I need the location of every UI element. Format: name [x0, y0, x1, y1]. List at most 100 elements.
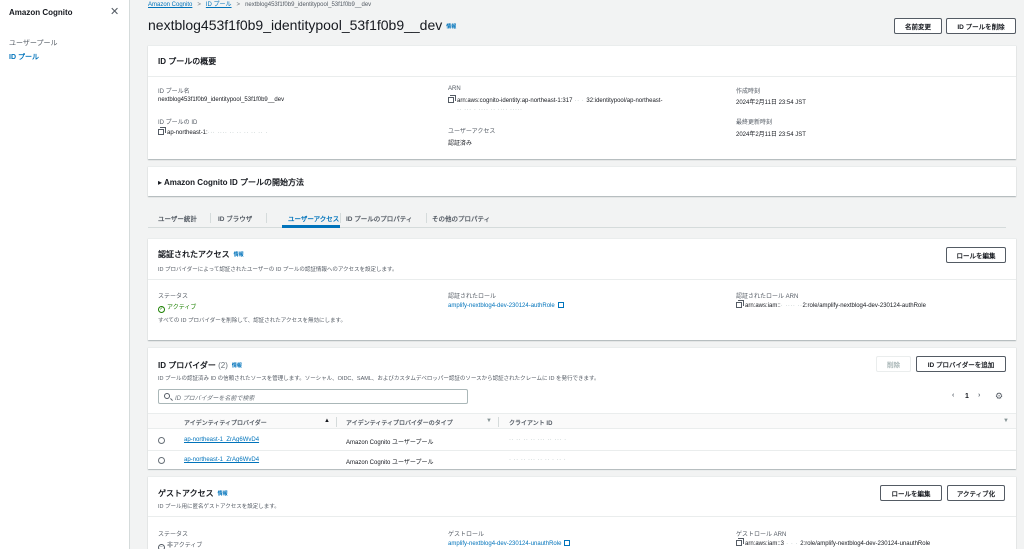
- settings-gear-icon[interactable]: ⚙: [995, 391, 1003, 402]
- edit-role-button[interactable]: ロールを編集: [946, 247, 1006, 263]
- copy-icon[interactable]: [448, 95, 456, 103]
- tab-identity-browser[interactable]: ID ブラウザ: [218, 213, 252, 223]
- getting-started-title: ▸ Amazon Cognito ID プールの開始方法: [158, 178, 304, 187]
- providers-title: ID プロバイダー (2) 情報: [158, 361, 242, 370]
- tab-other-properties[interactable]: その他のプロパティ: [432, 213, 490, 223]
- sidebar-item-user-pools[interactable]: ユーザープール: [9, 38, 57, 48]
- sidebar: Amazon Cognito ✕ ユーザープール ID プール: [0, 0, 130, 549]
- tab-user-stats[interactable]: ユーザー統計: [158, 213, 197, 223]
- sidebar-title: Amazon Cognito: [9, 8, 73, 17]
- chevron-right-icon: >: [236, 2, 241, 8]
- client-id-redacted: · ·· ·· ··· ·· ·· · ·· ·: [509, 457, 567, 463]
- table-row[interactable]: ap-northeast-1_ZrAg6WvD4 Amazon Cognito …: [148, 431, 1016, 451]
- delete-provider-button[interactable]: 削除: [876, 356, 911, 372]
- tab-separator: [426, 213, 427, 223]
- column-header-type[interactable]: アイデンティティプロバイダーのタイプ: [346, 418, 453, 427]
- created-value: 2024年2月11日 23:54 JST: [736, 100, 806, 106]
- info-link[interactable]: 情報: [232, 363, 242, 369]
- external-link-icon: [564, 540, 571, 546]
- guest-role-label: ゲストロール: [448, 532, 485, 538]
- copy-icon[interactable]: [158, 127, 166, 135]
- external-link-icon: [557, 302, 564, 308]
- user-access-label: ユーザーアクセス: [448, 129, 496, 135]
- copy-icon[interactable]: [736, 300, 744, 308]
- guest-role-arn-label: ゲストロール ARN: [736, 532, 787, 538]
- row-radio[interactable]: [158, 457, 165, 464]
- arn-label: ARN: [448, 86, 461, 92]
- divider: [148, 76, 1016, 77]
- guest-access-title: ゲストアクセス 情報: [158, 489, 228, 498]
- sort-icon[interactable]: ▼: [1003, 418, 1009, 424]
- breadcrumb-cognito[interactable]: Amazon Cognito: [148, 2, 192, 8]
- tab-separator: [210, 213, 211, 223]
- divider: [148, 516, 1016, 517]
- sort-icon[interactable]: ▼: [486, 418, 492, 424]
- auth-role-label: 認証されたロール: [448, 294, 497, 300]
- tab-pool-properties[interactable]: ID プールのプロパティ: [346, 213, 412, 223]
- tab-separator: [266, 213, 267, 223]
- guest-role-link[interactable]: amplify-nextblog4-dev-230124-unauthRole: [448, 540, 571, 547]
- next-page-icon[interactable]: ›: [978, 392, 980, 399]
- main-content: Amazon Cognito > ID プール > nextblog453f1f0b9_…: [130, 0, 1024, 549]
- search-placeholder: ID プロバイダーを名前で検索: [175, 396, 255, 402]
- table-header: アイデンティティプロバイダー ▲ アイデンティティプロバイダーのタイプ ▼ クラ…: [148, 413, 1016, 429]
- providers-card: ID プロバイダー (2) 情報 ID プールの認証済み ID の信頼されたソース…: [148, 347, 1016, 471]
- pool-name-value: nextblog453f1f0b9_identitypool_53f1f0b9_…: [158, 97, 285, 103]
- minus-circle-icon: −: [158, 544, 165, 549]
- close-icon[interactable]: ✕: [110, 5, 119, 18]
- guest-access-card: ゲストアクセス 情報 ID プール用に匿名ゲストアクセスを設定します。 ロールを編…: [148, 476, 1016, 549]
- arn-value: arn:aws:cognito-identity:ap-northeast-1:…: [448, 95, 662, 104]
- breadcrumb-current: nextblog453f1f0b9_identitypool_53f1f0b9_…: [245, 2, 372, 8]
- divider: [148, 279, 1016, 280]
- provider-link[interactable]: ap-northeast-1_ZrAg6WvD4: [184, 457, 259, 463]
- auth-role-arn-value: arn:aws:iam::· ···· ··2:role/amplify-nex…: [736, 300, 926, 309]
- tab-user-access[interactable]: ユーザーアクセス: [288, 213, 339, 223]
- add-provider-button[interactable]: ID プロバイダーを追加: [916, 356, 1006, 372]
- auth-status-value: ✓ アクティブ: [158, 305, 197, 313]
- column-separator: [336, 417, 337, 427]
- auth-access-desc: ID プロバイダーによって認証されたユーザーの ID プールの認証情報へのアクセ…: [158, 267, 398, 273]
- created-label: 作成時刻: [736, 89, 761, 95]
- search-icon: [164, 393, 170, 399]
- info-link[interactable]: 情報: [218, 491, 228, 497]
- auth-role-link[interactable]: amplify-nextblog4-dev-230124-authRole: [448, 302, 564, 309]
- delete-pool-button[interactable]: ID プールを削除: [946, 18, 1016, 34]
- page-number[interactable]: 1: [965, 393, 969, 400]
- sort-ascending-icon[interactable]: ▲: [324, 418, 330, 424]
- search-input[interactable]: ID プロバイダーを名前で検索: [158, 389, 468, 404]
- overview-title: ID プールの概要: [158, 57, 217, 66]
- provider-type: Amazon Cognito ユーザープール: [346, 440, 434, 446]
- column-header-provider[interactable]: アイデンティティプロバイダー: [184, 418, 267, 427]
- provider-link[interactable]: ap-northeast-1_ZrAg6WvD4: [184, 437, 259, 443]
- column-header-client-id[interactable]: クライアント ID: [509, 418, 552, 427]
- guest-edit-role-button[interactable]: ロールを編集: [880, 485, 942, 501]
- auth-access-title: 認証されたアクセス 情報: [158, 250, 244, 259]
- tab-bar: ユーザー統計 ID ブラウザ ユーザーアクセス ID プールのプロパティ その他…: [148, 208, 1006, 228]
- getting-started-expander[interactable]: ▸ Amazon Cognito ID プールの開始方法: [148, 166, 1016, 196]
- breadcrumb-identity-pools[interactable]: ID プール: [206, 2, 232, 8]
- pool-id-label: ID プールの ID: [158, 120, 198, 126]
- auth-role-arn-label: 認証されたロール ARN: [736, 294, 799, 300]
- table-row[interactable]: ap-northeast-1_ZrAg6WvD4 Amazon Cognito …: [148, 451, 1016, 471]
- auth-status-label: ステータス: [158, 294, 189, 300]
- tab-active-indicator: [282, 225, 340, 228]
- client-id-redacted: ·· ·· ·· ·· ··· ·· ··· ·: [509, 437, 567, 443]
- tab-separator: [340, 213, 341, 223]
- rename-button[interactable]: 名前変更: [894, 18, 942, 34]
- sidebar-item-identity-pools[interactable]: ID プール: [9, 52, 39, 62]
- check-circle-icon: ✓: [158, 306, 165, 313]
- arn-value-continued: ·· ··· · ···· ·· ···· ·····: [457, 107, 523, 113]
- copy-icon[interactable]: [736, 538, 744, 546]
- info-link[interactable]: 情報: [446, 24, 456, 30]
- pool-id-value: ap-northeast-1:··· ···· ·· ·· ·· ·· ·· ·: [158, 127, 268, 136]
- info-link[interactable]: 情報: [234, 252, 244, 258]
- guest-status-value: − 非アクティブ: [158, 540, 202, 549]
- prev-page-icon[interactable]: ‹: [952, 392, 954, 399]
- overview-card: ID プールの概要 ID プール名 nextblog453f1f0b9_iden…: [148, 45, 1016, 159]
- auth-access-card: 認証されたアクセス 情報 ID プロバイダーによって認証されたユーザーの ID プ…: [148, 238, 1016, 340]
- activate-button[interactable]: アクティブ化: [947, 485, 1005, 501]
- guest-status-label: ステータス: [158, 532, 189, 538]
- breadcrumb: Amazon Cognito > ID プール > nextblog453f1f0b9_…: [148, 0, 371, 8]
- providers-desc: ID プールの認証済み ID の信頼されたソースを管理します。ソーシャル、OID…: [158, 376, 600, 382]
- row-radio[interactable]: [158, 437, 165, 444]
